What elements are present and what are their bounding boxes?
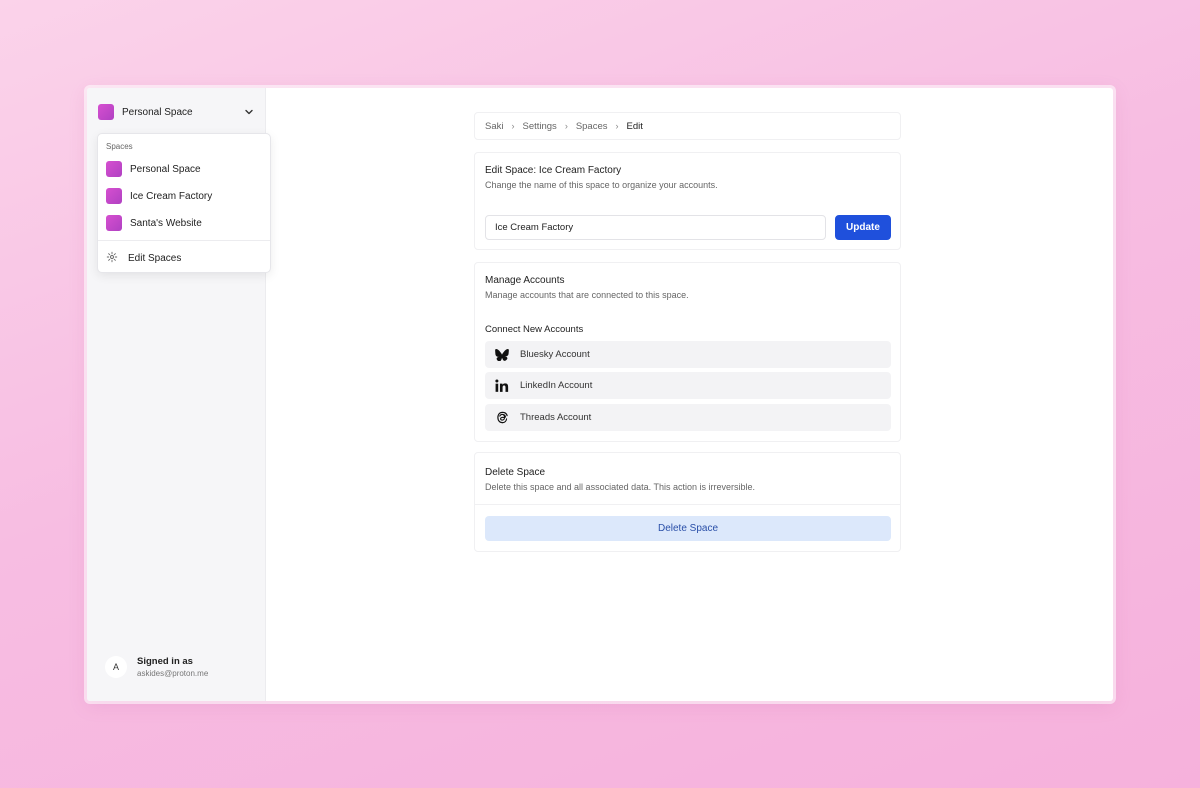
gear-icon [106, 251, 118, 266]
avatar: A [105, 656, 127, 678]
dropdown-item-ice-cream-factory[interactable]: Ice Cream Factory [106, 186, 264, 206]
manage-accounts-title: Manage Accounts [485, 275, 565, 286]
space-name-input[interactable]: Ice Cream Factory [485, 215, 826, 240]
sidebar: Personal Space Spaces Personal Space Ice… [87, 88, 271, 701]
signed-in-user[interactable]: A Signed in as askides@proton.me [105, 656, 208, 678]
space-color-swatch [98, 104, 114, 120]
breadcrumb-item-spaces[interactable]: Spaces [576, 121, 608, 132]
update-button[interactable]: Update [835, 215, 891, 240]
card-divider [475, 504, 900, 505]
breadcrumb-item-saki[interactable]: Saki [485, 121, 503, 132]
account-label: LinkedIn Account [520, 380, 593, 391]
space-color-swatch [106, 161, 122, 177]
dropdown-item-label: Santa's Website [130, 217, 202, 229]
signed-in-label: Signed in as [137, 656, 193, 667]
edit-spaces-button[interactable]: Edit Spaces [106, 248, 264, 268]
edit-space-title: Edit Space: Ice Cream Factory [485, 165, 622, 176]
butterfly-icon [494, 347, 510, 363]
current-space-label: Personal Space [122, 106, 193, 118]
chevron-right-icon: › [615, 121, 619, 131]
app-window: Personal Space Spaces Personal Space Ice… [87, 88, 1113, 701]
account-label: Bluesky Account [520, 349, 590, 360]
linkedin-icon [494, 378, 510, 394]
dropdown-item-personal-space[interactable]: Personal Space [106, 159, 264, 179]
space-switcher[interactable]: Personal Space [98, 101, 255, 123]
spaces-dropdown-menu: Spaces Personal Space Ice Cream Factory … [97, 133, 271, 273]
threads-icon [494, 410, 510, 426]
edit-spaces-label: Edit Spaces [128, 252, 182, 264]
user-email: askides@proton.me [137, 669, 209, 678]
connect-bluesky-button[interactable]: Bluesky Account [485, 341, 891, 368]
edit-space-subtitle: Change the name of this space to organiz… [485, 180, 718, 190]
dropdown-divider [98, 240, 270, 241]
connect-linkedin-button[interactable]: LinkedIn Account [485, 372, 891, 399]
spaces-section-label: Spaces [106, 142, 133, 151]
main-content: Saki › Settings › Spaces › Edit Edit Spa… [474, 112, 901, 552]
manage-accounts-card: Manage Accounts Manage accounts that are… [474, 262, 901, 442]
dropdown-item-label: Personal Space [130, 163, 201, 175]
chevron-down-icon[interactable] [243, 106, 255, 118]
chevron-right-icon: › [564, 121, 568, 131]
edit-space-card: Edit Space: Ice Cream Factory Change the… [474, 152, 901, 250]
dropdown-item-santas-website[interactable]: Santa's Website [106, 213, 264, 233]
dropdown-item-label: Ice Cream Factory [130, 190, 213, 202]
space-color-swatch [106, 188, 122, 204]
breadcrumb-item-edit: Edit [626, 120, 643, 132]
space-color-swatch [106, 215, 122, 231]
connect-new-accounts-label: Connect New Accounts [485, 324, 584, 335]
delete-space-title: Delete Space [485, 467, 546, 478]
delete-space-subtitle: Delete this space and all associated dat… [485, 482, 755, 492]
delete-space-button[interactable]: Delete Space [485, 516, 891, 541]
connect-threads-button[interactable]: Threads Account [485, 404, 891, 431]
delete-space-card: Delete Space Delete this space and all a… [474, 452, 901, 552]
account-label: Threads Account [520, 412, 592, 423]
manage-accounts-subtitle: Manage accounts that are connected to th… [485, 290, 689, 300]
breadcrumb: Saki › Settings › Spaces › Edit [474, 112, 901, 140]
chevron-right-icon: › [511, 121, 515, 131]
breadcrumb-item-settings[interactable]: Settings [522, 121, 556, 132]
